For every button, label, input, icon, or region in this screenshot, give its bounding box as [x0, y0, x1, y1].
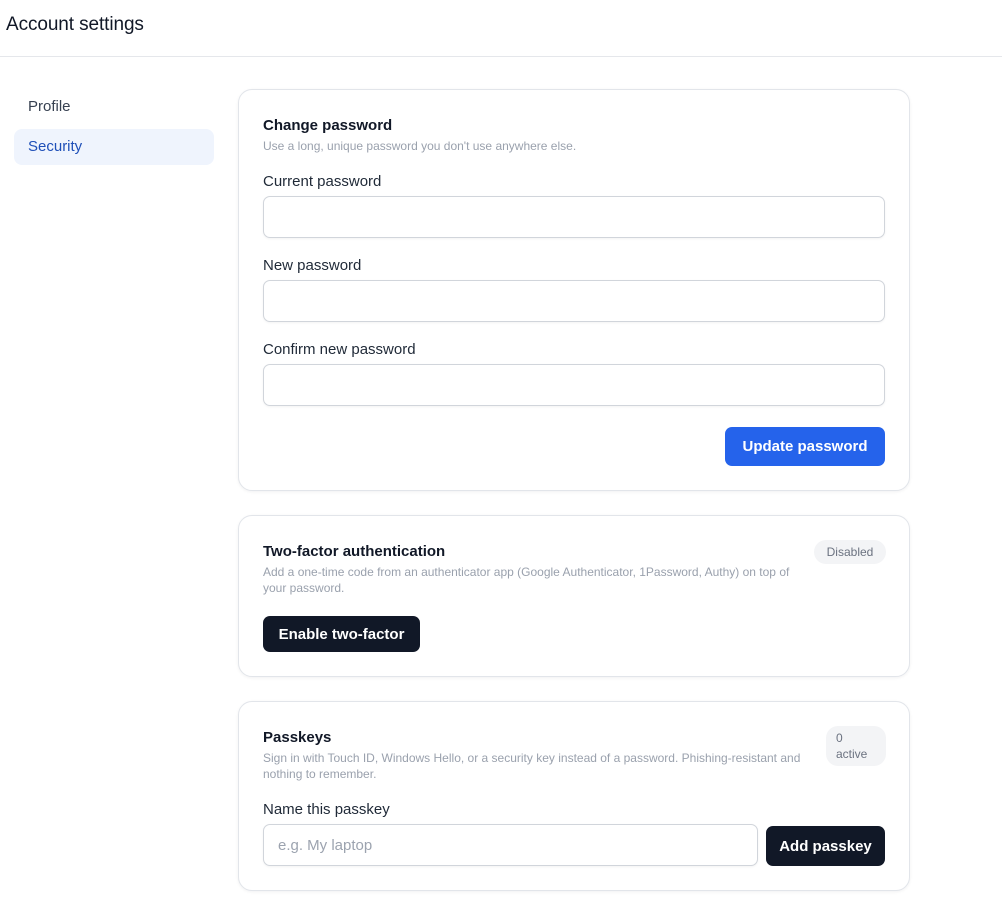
update-password-button[interactable]: Update password [725, 427, 885, 466]
two-factor-status-badge: Disabled [814, 540, 886, 564]
sidebar-item-profile[interactable]: Profile [14, 89, 214, 125]
passkeys-count: 0 [836, 731, 843, 745]
passkeys-title: Passkeys [263, 729, 332, 746]
enable-two-factor-button[interactable]: Enable two-factor [263, 616, 420, 652]
passkey-name-input[interactable] [263, 824, 758, 866]
page-title: Account settings [6, 14, 144, 35]
passkeys-count-suffix: active [836, 747, 868, 761]
new-password-input[interactable] [263, 280, 885, 322]
current-password-label: Current password [263, 173, 382, 190]
top-bar: Account settings [0, 0, 1002, 57]
confirm-password-label: Confirm new password [263, 341, 416, 358]
add-passkey-button[interactable]: Add passkey [766, 826, 885, 866]
settings-sidebar: Profile Security [14, 89, 214, 169]
passkey-name-label: Name this passkey [263, 801, 390, 818]
change-password-title: Change password [263, 117, 393, 134]
passkeys-count-badge: 0 active [826, 726, 886, 766]
confirm-password-input[interactable] [263, 364, 885, 406]
current-password-input[interactable] [263, 196, 885, 238]
sidebar-item-security[interactable]: Security [14, 129, 214, 165]
two-factor-card: Two-factor authentication Disabled Add a… [238, 515, 910, 677]
new-password-label: New password [263, 257, 362, 274]
passkeys-description: Sign in with Touch ID, Windows Hello, or… [263, 751, 801, 781]
passkeys-card: Passkeys 0 active Sign in with Touch ID,… [238, 701, 910, 891]
change-password-description: Use a long, unique password you don't us… [263, 139, 577, 153]
change-password-card: Change password Use a long, unique passw… [238, 89, 910, 491]
two-factor-description: Add a one-time code from an authenticato… [263, 565, 790, 595]
two-factor-title: Two-factor authentication [263, 543, 446, 560]
